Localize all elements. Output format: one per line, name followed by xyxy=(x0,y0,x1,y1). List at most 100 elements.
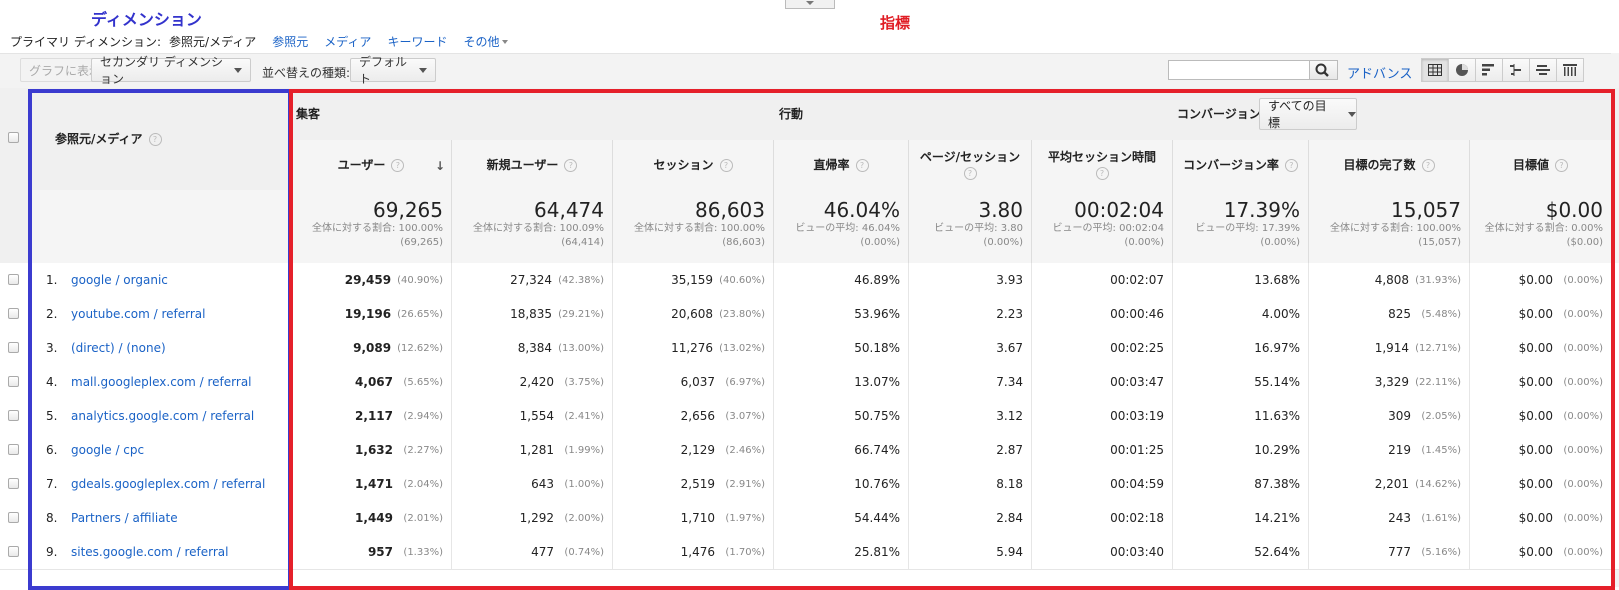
cell-percentage: (5.48%) xyxy=(1421,308,1461,320)
search-button[interactable] xyxy=(1310,60,1338,80)
column-header-goal-value[interactable]: 目標値? xyxy=(1469,140,1611,190)
select-all-checkbox[interactable] xyxy=(8,132,19,143)
row-checkbox[interactable] xyxy=(8,546,19,557)
cell-avg-session-duration: 00:02:18 xyxy=(1031,501,1172,535)
search-input[interactable] xyxy=(1168,60,1310,80)
cell-pages-per-session: 3.67 xyxy=(908,331,1031,365)
help-icon[interactable]: ? xyxy=(564,159,578,172)
pie-view-button[interactable] xyxy=(1448,58,1476,82)
row-index: 3. xyxy=(46,341,58,355)
row-checkbox[interactable] xyxy=(8,308,19,319)
dimension-total-cell xyxy=(28,190,290,263)
total-subtext: ($0.00) xyxy=(1566,237,1603,248)
column-header-new-users[interactable]: 新規ユーザー? xyxy=(451,140,612,190)
table-view-button[interactable] xyxy=(1421,58,1449,82)
row-checkbox[interactable] xyxy=(8,512,19,523)
cell-sessions: 2,656 (3.07%) xyxy=(612,399,773,433)
source-medium-link[interactable]: Partners / affiliate xyxy=(71,511,178,525)
row-checkbox[interactable] xyxy=(8,410,19,421)
cell-value: 2,656 xyxy=(680,409,715,423)
table-grid-icon xyxy=(1428,64,1442,76)
dimension-link-keyword[interactable]: キーワード xyxy=(387,33,447,50)
cell-value: 18,835 xyxy=(510,307,553,321)
goal-select-value: すべての目標 xyxy=(1268,99,1327,130)
sort-type-dropdown[interactable]: デフォルト xyxy=(350,55,436,86)
row-checkbox[interactable] xyxy=(8,444,19,455)
help-icon[interactable]: ? xyxy=(1284,159,1298,172)
cell-new-users: 2,420 (3.75%) xyxy=(451,365,612,399)
cell-percentage: (5.65%) xyxy=(403,376,443,388)
column-header-sessions[interactable]: セッション? xyxy=(612,140,773,190)
cell-value: 66.74% xyxy=(854,443,900,457)
comparison-view-button[interactable] xyxy=(1502,58,1530,82)
source-medium-link[interactable]: sites.google.com / referral xyxy=(71,545,229,559)
column-header-pages-per-session[interactable]: ページ/セッション? xyxy=(908,140,1031,190)
source-medium-link[interactable]: analytics.google.com / referral xyxy=(71,409,254,423)
cell-value: 8.18 xyxy=(996,477,1023,491)
help-icon[interactable]: ? xyxy=(1555,159,1568,172)
cell-percentage: (14.62%) xyxy=(1415,478,1461,490)
help-icon[interactable]: ? xyxy=(391,159,405,172)
source-medium-link[interactable]: youtube.com / referral xyxy=(71,307,205,321)
help-icon[interactable]: ? xyxy=(1421,159,1435,172)
cell-percentage: (0.74%) xyxy=(564,546,604,558)
cell-conversion-rate: 4.00% xyxy=(1172,297,1308,331)
help-icon[interactable]: ? xyxy=(963,167,977,180)
total-subtext: (69,265) xyxy=(400,237,443,248)
total-sessions: 86,603 全体に対する割合: 100.00% (86,603) xyxy=(612,190,773,263)
collapse-tab[interactable] xyxy=(785,0,835,9)
table-row: 6. google / cpc 1,632 (2.27%) 1,281 (1.99%) 2,… xyxy=(0,433,1619,468)
cell-goal-value: $0.00 (0.00%) xyxy=(1469,331,1611,365)
group-conversions: コンバージョン xyxy=(1177,107,1261,121)
help-icon[interactable]: ? xyxy=(719,159,733,172)
total-subtext: 全体に対する割合: 100.00% xyxy=(311,223,443,234)
pivot-view-button[interactable] xyxy=(1556,58,1584,82)
performance-view-button[interactable] xyxy=(1475,58,1503,82)
secondary-dimension-label: セカンダリ ディメンション xyxy=(100,55,223,86)
source-medium-link[interactable]: (direct) / (none) xyxy=(71,341,166,355)
help-icon[interactable]: ? xyxy=(855,159,869,172)
cell-value: 3.67 xyxy=(996,341,1023,355)
column-header-conversion-rate[interactable]: コンバージョン率? xyxy=(1172,140,1308,190)
cell-avg-session-duration: 00:03:47 xyxy=(1031,365,1172,399)
row-checkbox[interactable] xyxy=(8,478,19,489)
dimension-link-medium[interactable]: メディア xyxy=(324,33,371,50)
bar-chart-icon xyxy=(1482,64,1494,76)
cell-value: 00:02:18 xyxy=(1110,511,1164,525)
advanced-link[interactable]: アドバンス xyxy=(1347,63,1412,82)
column-header-goal-completions[interactable]: 目標の完了数? xyxy=(1308,140,1469,190)
cell-value: 29,459 xyxy=(344,273,392,287)
dimension-link-other[interactable]: その他 xyxy=(463,33,509,50)
cell-percentage: (2.01%) xyxy=(403,512,443,524)
sort-descending-icon: ↓ xyxy=(434,159,445,173)
cell-bounce-rate: 54.44% xyxy=(773,501,908,535)
dimension-link-source[interactable]: 参照元 xyxy=(272,33,308,50)
column-header-users[interactable]: ユーザー? ↓ xyxy=(290,140,451,190)
chevron-down-icon xyxy=(502,40,509,44)
row-index: 4. xyxy=(46,375,58,389)
cell-value: 11.63% xyxy=(1254,409,1300,423)
dimension-header-cell[interactable]: 参照元/メディア? xyxy=(55,130,162,147)
cell-new-users: 27,324 (42.38%) xyxy=(451,263,612,297)
source-medium-link[interactable]: google / cpc xyxy=(71,443,144,457)
column-header-avg-session-duration[interactable]: 平均セッション時間? xyxy=(1031,140,1172,190)
column-header-bounce-rate[interactable]: 直帰率? xyxy=(773,140,908,190)
row-checkbox[interactable] xyxy=(8,342,19,353)
cell-avg-session-duration: 00:02:25 xyxy=(1031,331,1172,365)
row-checkbox[interactable] xyxy=(8,376,19,387)
cell-percentage: (0.00%) xyxy=(1563,512,1603,524)
row-checkbox[interactable] xyxy=(8,274,19,285)
help-icon[interactable]: ? xyxy=(1095,167,1109,180)
source-medium-link[interactable]: google / organic xyxy=(71,273,168,287)
term-cloud-view-button[interactable] xyxy=(1529,58,1557,82)
cell-value: $0.00 xyxy=(1518,477,1553,491)
goal-select-dropdown[interactable]: すべての目標 xyxy=(1259,98,1357,130)
help-icon[interactable]: ? xyxy=(148,133,162,146)
cell-users: 1,632 (2.27%) xyxy=(290,433,451,467)
source-medium-link[interactable]: gdeals.googleplex.com / referral xyxy=(71,477,265,491)
cell-value: 35,159 xyxy=(671,273,714,287)
cell-percentage: (2.91%) xyxy=(725,478,765,490)
source-medium-link[interactable]: mall.googleplex.com / referral xyxy=(71,375,252,389)
secondary-dimension-dropdown[interactable]: セカンダリ ディメンション xyxy=(91,55,251,86)
cell-value: 4,808 xyxy=(1374,273,1410,287)
